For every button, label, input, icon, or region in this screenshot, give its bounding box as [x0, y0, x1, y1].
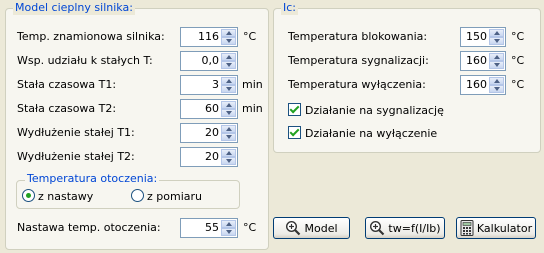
spin-down-arrow-icon[interactable] — [221, 85, 236, 93]
spinbox-value: 20 — [205, 126, 219, 139]
spinbox-value: 160 — [466, 54, 487, 67]
spinbox-value: 0,0 — [201, 54, 220, 67]
radio-label: z nastawy — [38, 190, 94, 203]
spin-down-arrow-icon[interactable] — [221, 157, 236, 165]
field-k-coefficient: Wsp. udziału k stałych T: 0,0 — [6, 50, 268, 72]
checkbox-trip-action[interactable]: Działanie na wyłączenie — [288, 126, 437, 142]
spinbox-value: 160 — [466, 78, 487, 91]
field-signaling-temp: Temperatura sygnalizacji: 160 °C — [274, 50, 540, 72]
spin-down-arrow-icon[interactable] — [221, 37, 236, 45]
radio-from-measurement[interactable]: z pomiaru — [131, 189, 202, 205]
spinbox-value: 116 — [198, 30, 219, 43]
checkbox-checked-icon — [288, 103, 301, 116]
unit-label: °C — [243, 221, 257, 234]
button-label: tw=f(I/Ib) — [388, 221, 441, 235]
radio-unchecked-icon — [131, 189, 144, 202]
tw-characteristic-button[interactable]: tw=f(I/Ib) — [365, 217, 445, 239]
spin-up-arrow-icon[interactable] — [221, 125, 236, 133]
spin-down-arrow-icon[interactable] — [221, 228, 236, 236]
ambient-setting-spinbox[interactable]: 55 — [180, 218, 238, 238]
field-label: Temperatura sygnalizacji: — [288, 54, 429, 67]
field-blocking-temp: Temperatura blokowania: 150 °C — [274, 26, 540, 48]
spin-up-arrow-icon[interactable] — [221, 53, 236, 61]
field-label: Wydłużenie stałej T2: — [17, 150, 135, 163]
calculator-button[interactable]: Kalkulator — [456, 217, 536, 239]
checkbox-checked-icon — [288, 126, 301, 139]
ic-panel: Ic: Temperatura blokowania: 150 °C Tempe… — [273, 1, 541, 153]
ambient-temperature-title: Temperatura otoczenia: — [25, 172, 160, 186]
field-rated-temp: Temp. znamionowa silnika: 116 °C — [6, 26, 268, 48]
model-button[interactable]: Model — [273, 217, 350, 239]
motor-thermal-model-title: Model cieplny silnika: — [13, 1, 135, 15]
calculator-icon — [460, 220, 474, 236]
button-label: Model — [304, 221, 338, 235]
unit-label: min — [242, 78, 263, 91]
radio-from-setting[interactable]: z nastawy — [22, 189, 93, 205]
spin-down-arrow-icon[interactable] — [221, 133, 236, 141]
checkbox-label: Działanie na sygnalizację — [305, 104, 444, 117]
unit-label: °C — [511, 54, 525, 67]
spin-up-arrow-icon[interactable] — [489, 77, 504, 85]
t1-spinbox[interactable]: 3 — [180, 75, 238, 95]
rated-temp-spinbox[interactable]: 116 — [180, 27, 238, 47]
spin-down-arrow-icon[interactable] — [221, 61, 236, 69]
field-time-constant-t2: Stała czasowa T2: 60 min — [6, 98, 268, 120]
field-trip-temp: Temperatura wyłączenia: 160 °C — [274, 74, 540, 96]
spin-up-arrow-icon[interactable] — [221, 29, 236, 37]
field-ambient-setting: Nastawa temp. otoczenia: 55 °C — [6, 217, 268, 239]
radio-label: z pomiaru — [147, 190, 202, 203]
unit-label: min — [242, 102, 263, 115]
ic-panel-title: Ic: — [281, 1, 298, 15]
spin-up-arrow-icon[interactable] — [221, 101, 236, 109]
field-label: Temperatura wyłączenia: — [288, 78, 426, 91]
signaling-temp-spinbox[interactable]: 160 — [460, 51, 506, 71]
unit-label: °C — [243, 30, 257, 43]
radio-checked-icon — [22, 189, 35, 202]
spin-up-arrow-icon[interactable] — [489, 29, 504, 37]
spin-up-arrow-icon[interactable] — [221, 220, 236, 228]
t2-spinbox[interactable]: 60 — [180, 99, 238, 119]
spin-up-arrow-icon[interactable] — [221, 149, 236, 157]
magnifier-plus-icon — [286, 220, 301, 236]
spinbox-value: 55 — [205, 221, 219, 234]
t2-extension-spinbox[interactable]: 20 — [180, 147, 238, 167]
button-label: Kalkulator — [476, 221, 533, 235]
unit-label: °C — [511, 78, 525, 91]
spin-down-arrow-icon[interactable] — [221, 109, 236, 117]
spin-up-arrow-icon[interactable] — [221, 77, 236, 85]
field-label: Wydłużenie stałej T1: — [17, 126, 135, 139]
spinbox-value: 20 — [205, 150, 219, 163]
field-time-constant-t1: Stała czasowa T1: 3 min — [6, 74, 268, 96]
spin-down-arrow-icon[interactable] — [489, 85, 504, 93]
checkbox-signaling-action[interactable]: Działanie na sygnalizację — [288, 103, 444, 119]
blocking-temp-spinbox[interactable]: 150 — [460, 27, 506, 47]
trip-temp-spinbox[interactable]: 160 — [460, 75, 506, 95]
k-coefficient-spinbox[interactable]: 0,0 — [180, 51, 238, 71]
field-label: Wsp. udziału k stałych T: — [17, 54, 153, 67]
field-label: Temperatura blokowania: — [288, 30, 428, 43]
checkbox-label: Działanie na wyłączenie — [305, 127, 438, 140]
spin-down-arrow-icon[interactable] — [489, 37, 504, 45]
field-label: Stała czasowa T2: — [17, 102, 117, 115]
spin-up-arrow-icon[interactable] — [489, 53, 504, 61]
field-label: Nastawa temp. otoczenia: — [17, 221, 161, 234]
ambient-temperature-group: Temperatura otoczenia: z nastawy z pomia… — [16, 172, 240, 209]
spinbox-value: 150 — [466, 30, 487, 43]
field-label: Temp. znamionowa silnika: — [17, 30, 165, 43]
t1-extension-spinbox[interactable]: 20 — [180, 123, 238, 143]
spinbox-value: 60 — [205, 102, 219, 115]
motor-thermal-model-panel: Model cieplny silnika: Temp. znamionowa … — [5, 1, 269, 250]
unit-label: °C — [511, 30, 525, 43]
field-t1-extension: Wydłużenie stałej T1: 20 — [6, 122, 268, 144]
field-label: Stała czasowa T1: — [17, 78, 117, 91]
field-t2-extension: Wydłużenie stałej T2: 20 — [6, 146, 268, 168]
spinbox-value: 3 — [212, 78, 219, 91]
spin-down-arrow-icon[interactable] — [489, 61, 504, 69]
magnifier-plus-icon — [370, 220, 385, 236]
